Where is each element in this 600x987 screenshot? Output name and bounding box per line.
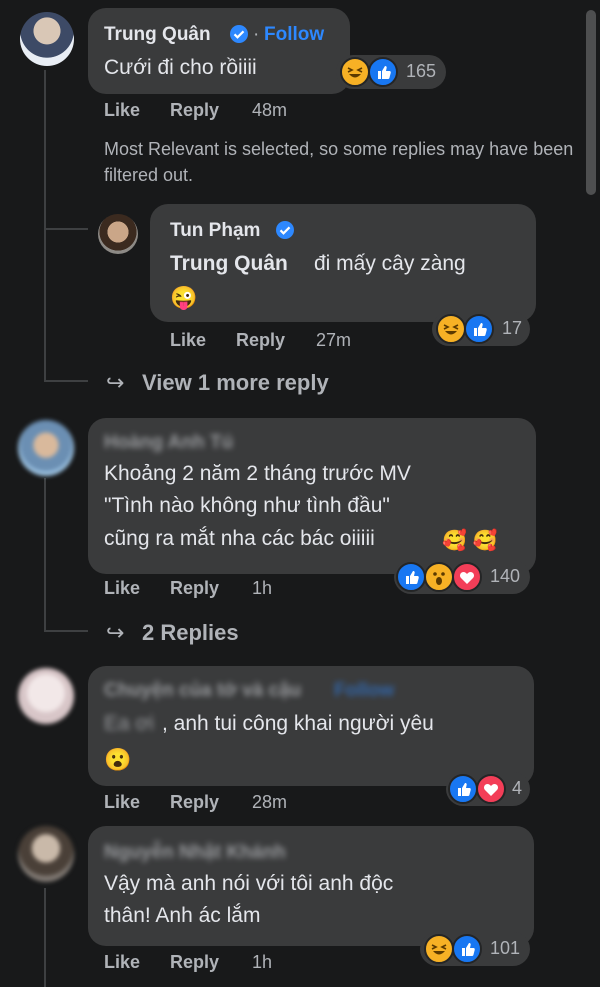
love-reaction-icon <box>452 562 482 592</box>
tongue-emoji-icon: 😜 <box>170 285 198 310</box>
avatar[interactable] <box>18 826 74 882</box>
verified-badge-icon <box>275 220 295 240</box>
comment-author[interactable]: Chuyện của tớ và cậu <box>104 680 301 702</box>
comment-time[interactable]: 1h <box>252 578 272 599</box>
comment-text: , anh tui công khai người yêu <box>162 712 434 735</box>
reaction-count: 101 <box>490 938 521 958</box>
avatar[interactable] <box>18 668 74 724</box>
reply-arrow-icon: ↪ <box>106 620 125 645</box>
reply-time[interactable]: 27m <box>316 330 351 351</box>
reaction-summary[interactable]: 165 <box>336 55 446 89</box>
thread-line <box>44 70 46 380</box>
reaction-count: 165 <box>406 61 437 81</box>
surprised-emoji-icon: 😮 <box>104 747 132 772</box>
comment-text-line: Vậy mà anh nói với tôi anh độc <box>104 872 394 895</box>
reply-button[interactable]: Reply <box>170 952 219 973</box>
filter-note: Most Relevant is selected, so some repli… <box>104 139 574 185</box>
like-reaction-icon <box>452 934 482 964</box>
avatar[interactable] <box>20 12 74 66</box>
like-reaction-icon <box>396 562 426 592</box>
thread-connector <box>44 380 88 382</box>
reply-button[interactable]: Reply <box>236 330 285 351</box>
comment-author[interactable]: Trung Quân <box>104 24 211 46</box>
follow-link[interactable]: Follow <box>334 680 394 702</box>
like-button[interactable]: Like <box>104 952 140 973</box>
like-reaction-icon <box>464 314 494 344</box>
avatar[interactable] <box>18 420 74 476</box>
like-reaction-icon <box>368 57 398 87</box>
follow-link[interactable]: Follow <box>264 24 324 46</box>
reply-mention[interactable]: Trung Quân <box>170 248 288 280</box>
separator-dot: · <box>253 24 260 45</box>
reply-arrow-icon: ↪ <box>106 370 125 395</box>
comment-mention[interactable]: Ea ơi <box>104 708 154 740</box>
like-button[interactable]: Like <box>170 330 206 351</box>
like-button[interactable]: Like <box>104 100 140 121</box>
wow-reaction-icon <box>424 562 454 592</box>
like-button[interactable]: Like <box>104 792 140 813</box>
reply-button[interactable]: Reply <box>170 578 219 599</box>
view-replies-link[interactable]: 2 Replies <box>142 620 239 646</box>
haha-reaction-icon <box>424 934 454 964</box>
reply-button[interactable]: Reply <box>170 792 219 813</box>
reaction-summary[interactable]: 101 <box>420 932 530 966</box>
heart-face-emoji-icon: 🥰 🥰 <box>442 530 498 552</box>
comment-text-line: Khoảng 2 năm 2 tháng trước MV <box>104 462 411 485</box>
reply-author[interactable]: Tun Phạm <box>170 220 260 242</box>
view-more-replies-link[interactable]: View 1 more reply <box>142 370 329 396</box>
reaction-count: 17 <box>502 318 523 338</box>
like-reaction-icon <box>448 774 478 804</box>
comment-time[interactable]: 1h <box>252 952 272 973</box>
avatar[interactable] <box>98 214 138 254</box>
comment-text-line: "Tình nào không như tình đầu" <box>104 494 390 517</box>
comment-text: Cưới đi cho rồiiii <box>104 56 257 79</box>
thread-connector <box>44 630 88 632</box>
comment-time[interactable]: 28m <box>252 792 287 813</box>
comment-author[interactable]: Nguyễn Nhật Khánh <box>104 842 286 864</box>
comment-text-line: cũng ra mắt nha các bác oiiiii <box>104 527 375 550</box>
reply-text: đi mấy cây zàng <box>314 252 466 275</box>
haha-reaction-icon <box>436 314 466 344</box>
reaction-summary[interactable]: 4 <box>446 772 530 806</box>
thread-line <box>44 478 46 632</box>
verified-badge-icon <box>229 24 249 44</box>
scrollbar-thumb[interactable] <box>586 10 596 195</box>
reaction-count: 4 <box>512 778 523 798</box>
like-button[interactable]: Like <box>104 578 140 599</box>
comment-text-line: thân! Anh ác lắm <box>104 904 261 927</box>
reaction-summary[interactable]: 17 <box>432 312 530 346</box>
thread-line <box>44 888 46 987</box>
reaction-summary[interactable]: 140 <box>394 560 530 594</box>
reaction-count: 140 <box>490 566 521 586</box>
haha-reaction-icon <box>340 57 370 87</box>
thread-connector <box>44 228 88 230</box>
love-reaction-icon <box>476 774 506 804</box>
comment-author[interactable]: Hoàng Anh Tú <box>104 432 233 454</box>
comment-time[interactable]: 48m <box>252 100 287 121</box>
reply-button[interactable]: Reply <box>170 100 219 121</box>
